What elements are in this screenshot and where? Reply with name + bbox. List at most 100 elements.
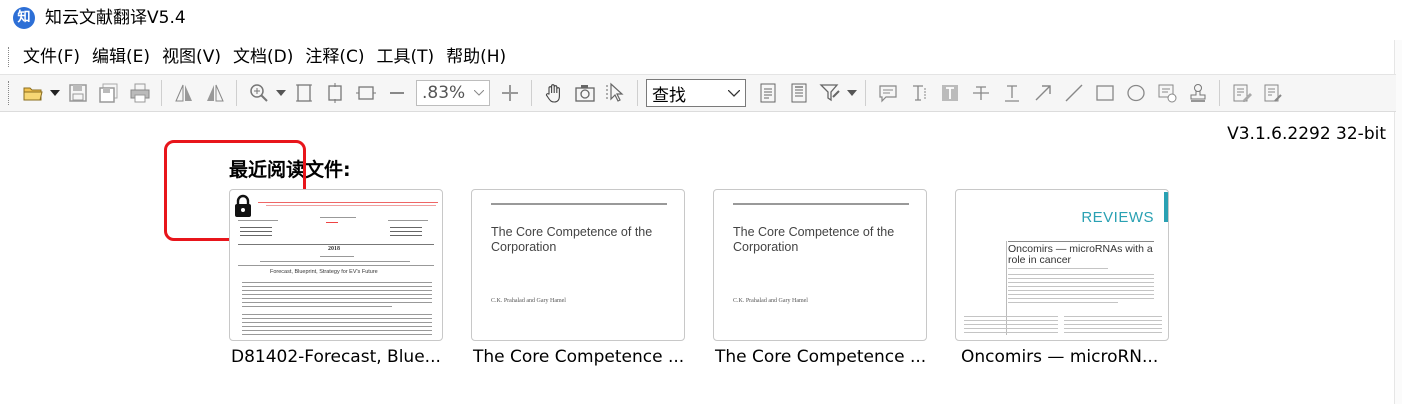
recent-doc-name[interactable]: Oncomirs — microRN... bbox=[961, 347, 1158, 367]
thumb-text-line bbox=[242, 322, 432, 323]
thumb-rule bbox=[733, 203, 909, 205]
menu-file[interactable]: 文件(F) bbox=[17, 45, 86, 69]
thumb-year: 2018 bbox=[328, 246, 340, 252]
line-icon[interactable] bbox=[1060, 79, 1087, 107]
ellipse-icon[interactable] bbox=[1122, 79, 1149, 107]
recent-doc-name[interactable]: The Core Competence ... bbox=[715, 347, 926, 367]
filter-dropdown-chevron-icon[interactable] bbox=[845, 79, 859, 107]
thumb-red-text bbox=[326, 222, 338, 223]
thumb-text-line bbox=[1008, 302, 1118, 303]
find-label: 查找 bbox=[652, 85, 686, 106]
screen-icon[interactable] bbox=[1153, 79, 1180, 107]
print-icon[interactable] bbox=[126, 79, 153, 107]
thumb-text-line bbox=[1008, 298, 1154, 299]
zoom-dropdown-chevron-icon[interactable] bbox=[274, 79, 288, 107]
comment-icon[interactable] bbox=[874, 79, 901, 107]
thumb-text-line bbox=[1064, 320, 1162, 321]
thumb-text-line bbox=[320, 217, 356, 218]
find-select[interactable]: 查找 bbox=[646, 79, 746, 107]
main-toolbar: .83% 查找 bbox=[0, 74, 1396, 112]
recent-doc-card[interactable]: The Core Competence of the Corporation C… bbox=[471, 189, 685, 341]
hand-tool-icon[interactable] bbox=[540, 79, 567, 107]
thumb-text-line bbox=[1064, 332, 1162, 333]
thumb-author: C.K. Prahalad and Gary Hamel bbox=[733, 298, 808, 304]
thumb-text-line bbox=[390, 231, 422, 232]
underline-icon[interactable] bbox=[998, 79, 1025, 107]
thumb-text-line bbox=[390, 235, 422, 236]
menubar-grip[interactable] bbox=[8, 47, 11, 67]
thumb-text-line bbox=[242, 282, 432, 283]
toolbar-separator bbox=[1219, 80, 1220, 106]
flip-vertical-icon[interactable] bbox=[201, 79, 228, 107]
menu-comment[interactable]: 注释(C) bbox=[299, 45, 370, 69]
thumb-text-line bbox=[964, 316, 1058, 317]
flip-horizontal-icon[interactable] bbox=[170, 79, 197, 107]
zoom-out-icon[interactable] bbox=[383, 79, 410, 107]
zoom-plus-icon[interactable] bbox=[496, 79, 523, 107]
menu-tools[interactable]: 工具(T) bbox=[370, 45, 440, 69]
doc-list-icon[interactable] bbox=[754, 79, 781, 107]
menu-help[interactable]: 帮助(H) bbox=[440, 45, 512, 69]
edit-notes-2-icon[interactable] bbox=[1259, 79, 1286, 107]
thumb-rule bbox=[1008, 241, 1154, 242]
thumb-text-line bbox=[1008, 268, 1108, 269]
thumb-text-line bbox=[388, 220, 428, 221]
arrow-icon[interactable] bbox=[1029, 79, 1056, 107]
recent-doc-card[interactable]: The Core Competence of the Corporation C… bbox=[713, 189, 927, 341]
thumb-text-line bbox=[242, 334, 432, 335]
zoom-level-select[interactable]: .83% bbox=[416, 80, 490, 106]
highlight-text-icon[interactable] bbox=[936, 79, 963, 107]
filter-icon[interactable] bbox=[816, 79, 843, 107]
thumb-text-line bbox=[242, 286, 432, 287]
chevron-down-icon bbox=[474, 90, 484, 96]
thumb-text-line bbox=[1008, 294, 1154, 295]
select-cursor-icon[interactable] bbox=[602, 79, 629, 107]
zoom-level-value: .83% bbox=[422, 83, 466, 103]
thumb-text-line bbox=[964, 320, 1058, 321]
app-logo-icon: 知 bbox=[13, 7, 35, 29]
snapshot-icon[interactable] bbox=[571, 79, 598, 107]
toolbar-separator bbox=[865, 80, 866, 106]
save-all-icon[interactable] bbox=[95, 79, 122, 107]
edit-notes-icon[interactable] bbox=[1228, 79, 1255, 107]
thumb-text-line bbox=[1008, 274, 1154, 275]
thumb-rule bbox=[238, 244, 434, 245]
window-title: 知云文献翻译V5.4 bbox=[45, 8, 186, 28]
recent-doc-name[interactable]: D81402-Forecast, Blue... bbox=[231, 347, 441, 367]
thumb-text-line bbox=[964, 328, 1058, 329]
menu-edit[interactable]: 编辑(E) bbox=[86, 45, 156, 69]
reviews-accent-bar bbox=[1164, 192, 1168, 222]
thumb-text-line bbox=[1008, 282, 1154, 283]
strikethrough-icon[interactable] bbox=[967, 79, 994, 107]
menu-document[interactable]: 文档(D) bbox=[227, 45, 299, 69]
thumb-text-line bbox=[238, 265, 434, 266]
thumb-text-line bbox=[242, 298, 432, 299]
thumb-text-line bbox=[320, 256, 354, 257]
open-dropdown-chevron-icon[interactable] bbox=[48, 79, 62, 107]
stamp-icon[interactable] bbox=[1184, 79, 1211, 107]
menu-view[interactable]: 视图(V) bbox=[156, 45, 227, 69]
fit-height-icon[interactable] bbox=[352, 79, 379, 107]
zoom-in-icon[interactable] bbox=[245, 79, 272, 107]
thumb-text-line bbox=[1008, 278, 1154, 279]
thumb-subtitle: Forecast, Blueprint, Strategy for EV's F… bbox=[270, 269, 378, 275]
toolbar-grip[interactable] bbox=[8, 81, 11, 105]
recent-doc-card[interactable]: REVIEWS Oncomirs — microRNAs with a role… bbox=[955, 189, 1169, 341]
recent-doc-name[interactable]: The Core Competence ... bbox=[473, 347, 684, 367]
thumb-text-line bbox=[1008, 286, 1154, 287]
rectangle-icon[interactable] bbox=[1091, 79, 1118, 107]
fit-width-icon[interactable] bbox=[321, 79, 348, 107]
open-folder-icon[interactable] bbox=[19, 79, 46, 107]
thumb-text-line bbox=[240, 231, 272, 232]
text-cursor-icon[interactable] bbox=[905, 79, 932, 107]
recent-doc-card[interactable]: 2018 Forecast, Blueprint, Strategy for E… bbox=[229, 189, 443, 341]
fit-page-icon[interactable] bbox=[290, 79, 317, 107]
toolbar-separator bbox=[236, 80, 237, 106]
thumb-reviews-label: REVIEWS bbox=[1081, 209, 1154, 226]
thumb-text-line bbox=[1008, 290, 1154, 291]
thumb-title: Oncomirs — microRNAs with a role in canc… bbox=[1008, 243, 1153, 266]
toolbar-separator bbox=[637, 80, 638, 106]
thumb-title: The Core Competence of the Corporation bbox=[491, 225, 653, 254]
doc-edit-icon[interactable] bbox=[785, 79, 812, 107]
save-icon[interactable] bbox=[64, 79, 91, 107]
